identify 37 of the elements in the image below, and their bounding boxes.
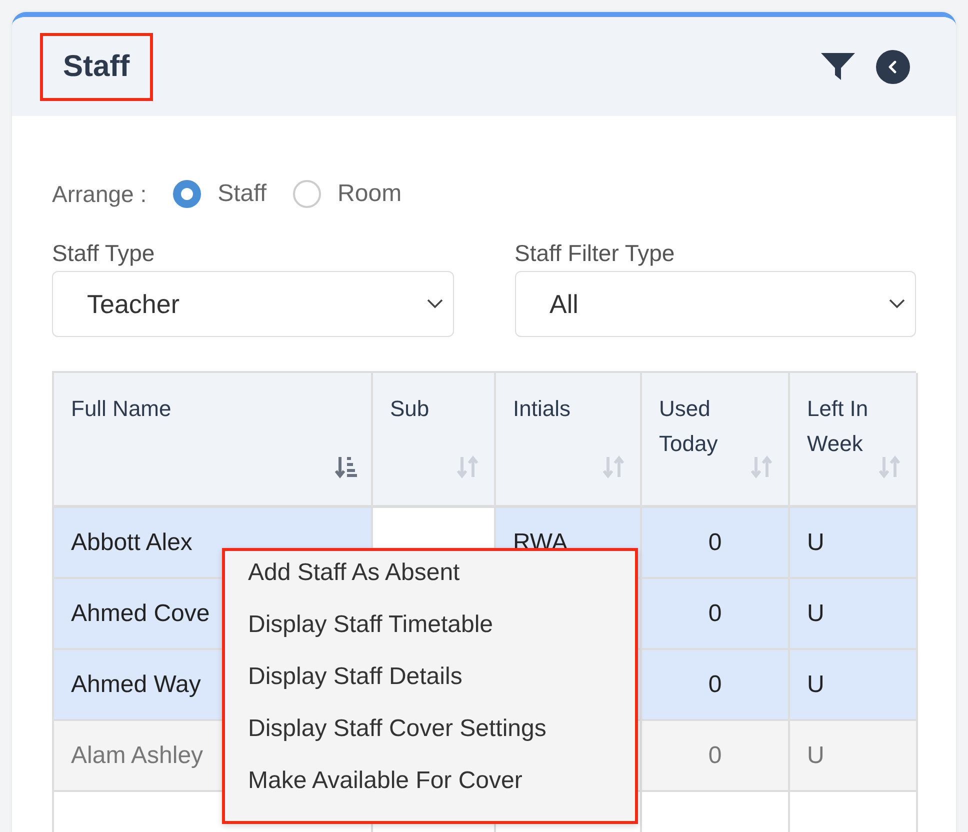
left-in-week-cell: U — [790, 508, 918, 579]
left-in-week-cell: U — [790, 721, 918, 792]
collapse-icon[interactable] — [876, 50, 910, 84]
column-header[interactable]: Full Name — [54, 373, 373, 508]
dropdown[interactable]: Teacher — [52, 271, 454, 337]
filter-icon[interactable] — [820, 52, 856, 82]
filter-label: Staff Type — [52, 240, 156, 267]
used-today-cell: 0 — [642, 508, 790, 579]
left-in-week-cell: U — [790, 579, 918, 650]
sort-icon[interactable] — [750, 455, 774, 479]
used-today-cell: 0 — [642, 721, 790, 792]
column-header[interactable]: Sub — [373, 373, 496, 508]
chevron-icon — [889, 299, 905, 309]
sort-icon[interactable] — [602, 455, 626, 479]
dropdown[interactable]: All — [514, 271, 916, 337]
left-in-week-cell: U — [790, 650, 918, 721]
column-label: Intials — [513, 395, 572, 423]
sort-icon[interactable] — [878, 455, 902, 479]
column-header[interactable]: Intials — [496, 373, 642, 508]
column-header[interactable]: Left In Week — [790, 373, 918, 508]
panel-title: Staff — [40, 32, 153, 100]
radio-button[interactable] — [292, 180, 321, 208]
column-label: Full Name — [71, 395, 172, 423]
column-label: Left In Week — [807, 395, 870, 458]
column-label: Used Today — [659, 395, 719, 458]
column-label: Sub — [390, 395, 430, 423]
used-today-cell: 0 — [642, 650, 790, 721]
column-header[interactable]: Used Today — [642, 373, 790, 508]
sort-icon[interactable] — [456, 455, 480, 479]
used-today-cell: 0 — [642, 579, 790, 650]
radio-button[interactable] — [172, 180, 201, 208]
radio-label[interactable]: Room — [338, 180, 402, 208]
chevron-icon — [426, 299, 442, 309]
filter-label: Staff Filter Type — [514, 240, 676, 267]
arrange-label: Arrange : — [52, 180, 147, 208]
radio-label[interactable]: Staff — [218, 180, 267, 208]
sort-descending-icon[interactable] — [335, 455, 357, 479]
